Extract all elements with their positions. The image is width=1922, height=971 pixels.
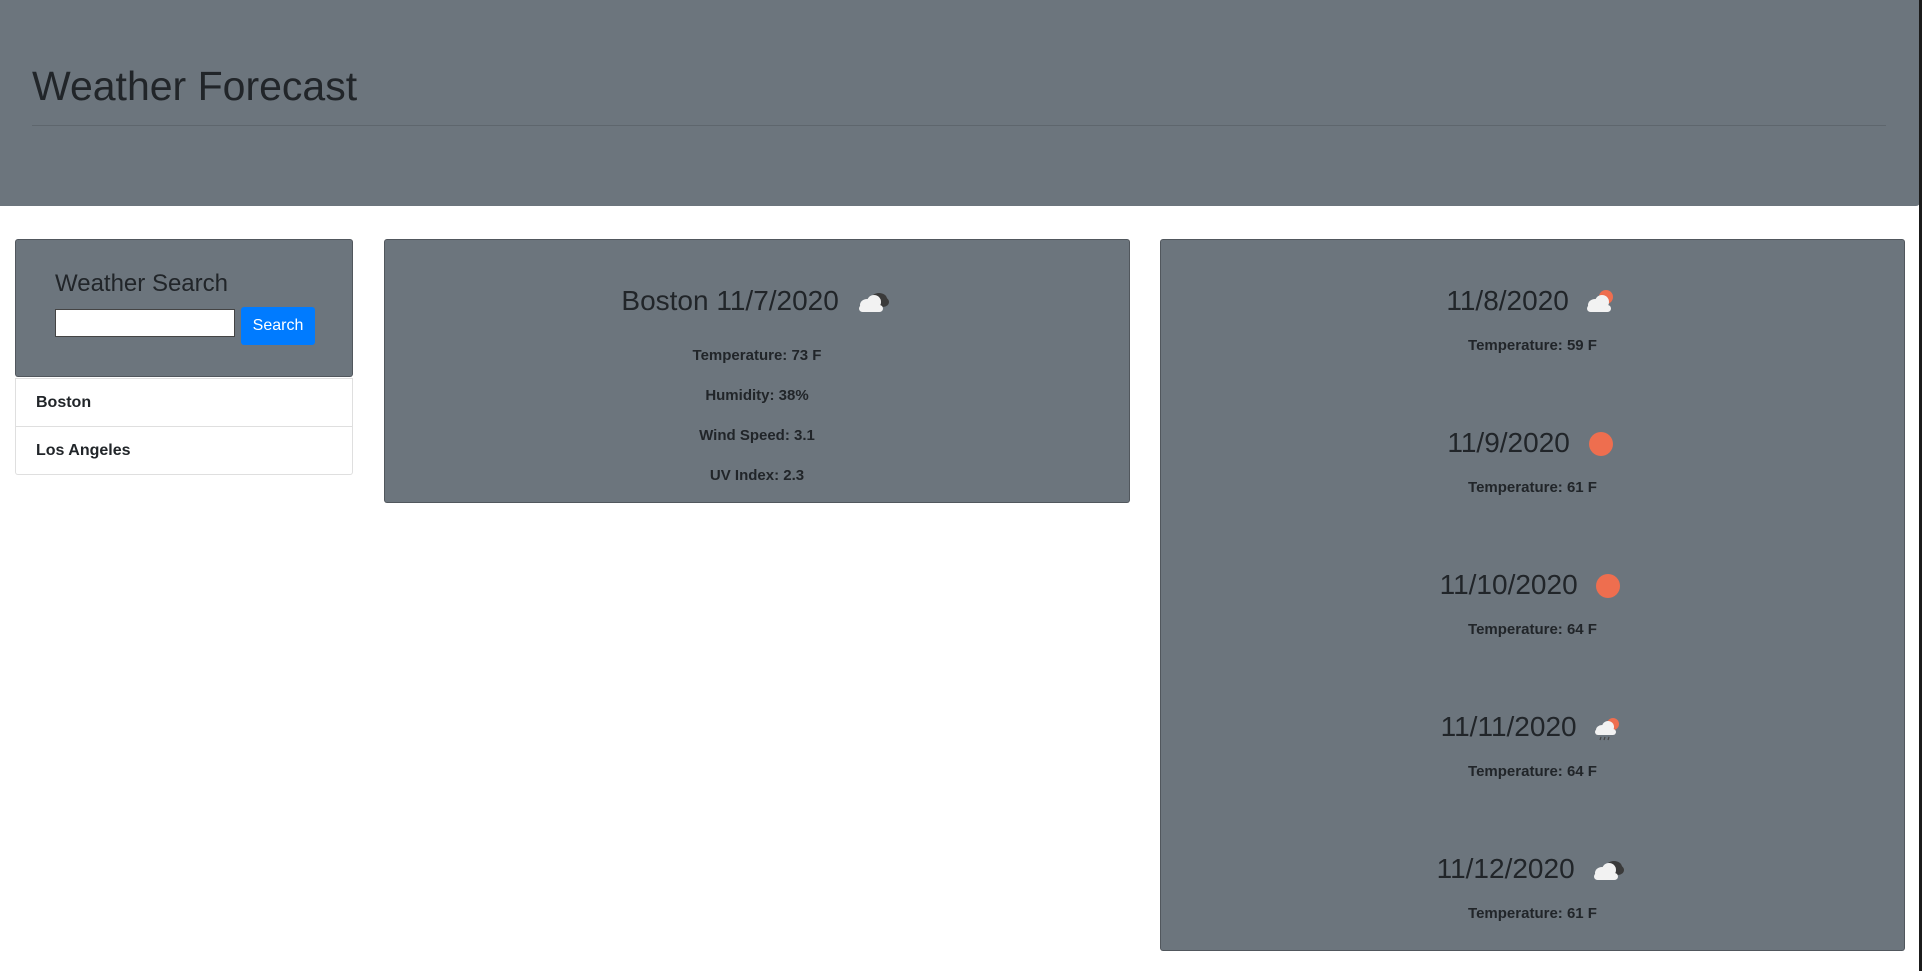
search-panel: Weather Search Search xyxy=(15,239,353,377)
current-weather-card: Boston 11/7/2020 Temperature: 73 F Humid… xyxy=(384,239,1130,503)
current-uv-index: UV Index: 2.3 xyxy=(709,467,805,484)
forecast-date: 11/10/2020 xyxy=(1439,569,1578,600)
few-clouds-icon xyxy=(1586,289,1613,312)
search-title: Weather Search xyxy=(55,270,228,297)
current-city-date: Boston 11/7/2020 xyxy=(621,285,839,316)
rain-icon xyxy=(1595,717,1620,740)
forecast-date: 11/9/2020 xyxy=(1447,427,1570,458)
forecast-day: 11/8/2020 Temperature: 59 F xyxy=(1161,240,1904,382)
clear-sky-icon xyxy=(1596,573,1621,598)
forecast-temperature: Temperature: 64 F xyxy=(1468,763,1597,780)
history-item-los-angeles[interactable]: Los Angeles xyxy=(15,427,353,475)
city-search-input[interactable] xyxy=(55,309,235,337)
clear-sky-icon xyxy=(1588,431,1613,456)
current-wind-speed: Wind Speed: 3.1 xyxy=(699,427,815,444)
current-temperature: Temperature: 73 F xyxy=(692,347,822,364)
current-humidity: Humidity: 38% xyxy=(705,387,809,404)
history-item-boston[interactable]: Boston xyxy=(15,378,353,427)
forecast-date: 11/12/2020 xyxy=(1436,853,1575,884)
forecast-temperature: Temperature: 61 F xyxy=(1468,479,1597,496)
forecast-date: 11/11/2020 xyxy=(1440,711,1577,742)
forecast-temperature: Temperature: 64 F xyxy=(1468,621,1597,638)
page-title: Weather Forecast xyxy=(32,63,358,109)
forecast-day: 11/12/2020 Temperature: 61 F xyxy=(1161,808,1904,950)
forecast-day: 11/9/2020 Temperature: 61 F xyxy=(1161,382,1904,524)
forecast-day: 11/10/2020 Temperature: 64 F xyxy=(1161,524,1904,666)
search-button[interactable]: Search xyxy=(241,307,315,345)
header-divider xyxy=(32,125,1886,126)
forecast-date: 11/8/2020 xyxy=(1446,285,1569,316)
search-history-list: Boston Los Angeles xyxy=(15,378,353,475)
current-heading: Boston 11/7/2020 xyxy=(385,284,1129,318)
page-header: Weather Forecast xyxy=(0,0,1920,206)
forecast-temperature: Temperature: 61 F xyxy=(1468,905,1597,922)
forecast-temperature: Temperature: 59 F xyxy=(1468,337,1597,354)
broken-clouds-icon xyxy=(858,292,889,312)
forecast-day: 11/11/2020 Temperature: 64 F xyxy=(1161,666,1904,808)
broken-clouds-icon xyxy=(1594,860,1625,880)
five-day-forecast-card: 11/8/2020 Temperature: 59 F 11/9/2020 Te… xyxy=(1160,239,1905,951)
